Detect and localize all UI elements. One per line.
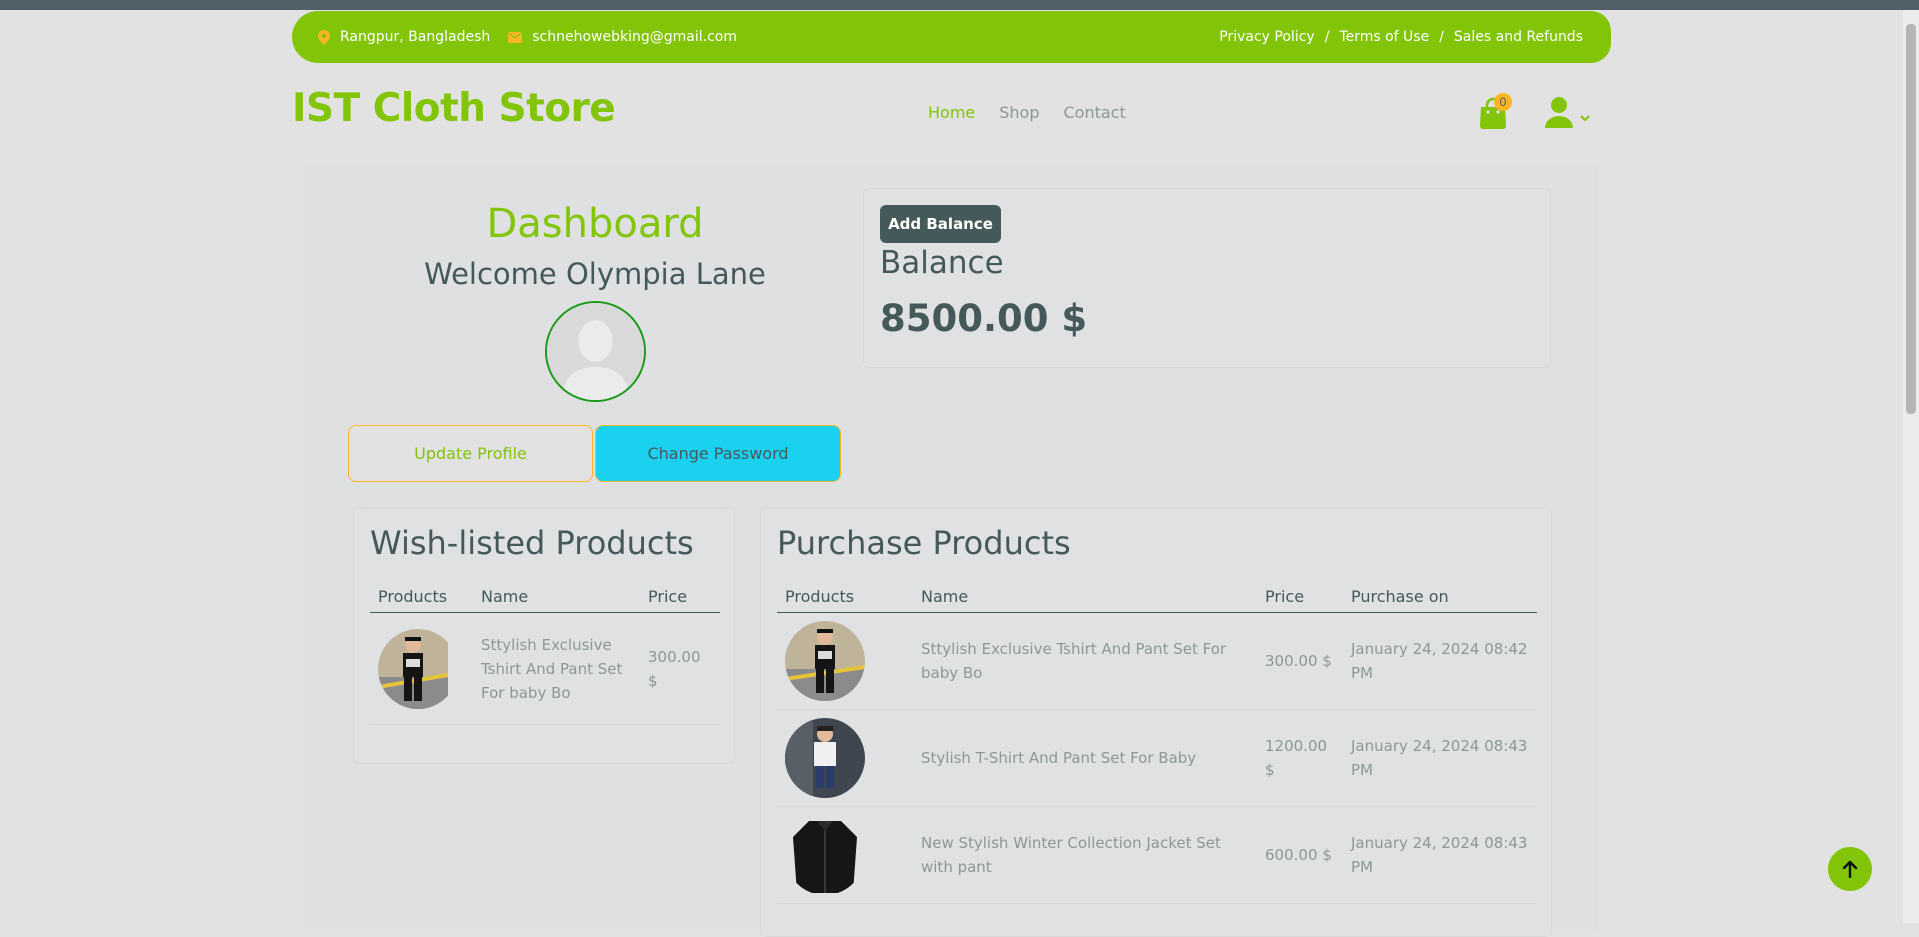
product-thumbnail[interactable] (785, 621, 865, 701)
back-to-top-button[interactable] (1828, 847, 1872, 891)
product-name: New Stylish Winter Collection Jacket Set… (913, 806, 1257, 904)
balance-value: 8500.00 $ (880, 297, 1088, 340)
scrollbar[interactable] (1903, 10, 1919, 923)
sales-refunds-link[interactable]: Sales and Refunds (1454, 29, 1583, 45)
update-profile-button[interactable]: Update Profile (348, 425, 593, 482)
product-price: 300.00 $ (640, 612, 720, 725)
envelope-icon (508, 31, 523, 43)
location-item: Rangpur, Bangladesh (318, 29, 490, 45)
product-name: Stylish T-Shirt And Pant Set For Baby (913, 709, 1257, 807)
chevron-down-icon (1580, 115, 1590, 122)
cart-button[interactable]: 0 (1478, 93, 1512, 129)
product-price: 600.00 $ (1257, 806, 1343, 904)
col-purchase-on: Purchase on (1343, 576, 1537, 613)
main-nav: Home Shop Contact (928, 103, 1150, 122)
welcome-text: Welcome Olympia Lane (424, 257, 766, 291)
purchases-title: Purchase Products (777, 524, 1071, 562)
purchase-date: January 24, 2024 08:43 PM (1343, 709, 1537, 807)
product-thumbnail[interactable] (785, 718, 865, 798)
terms-of-use-link[interactable]: Terms of Use (1339, 29, 1429, 45)
cart-count-badge: 0 (1494, 93, 1512, 111)
product-name: Sttylish Exclusive Tshirt And Pant Set F… (913, 612, 1257, 710)
email-item[interactable]: schnehowebking@gmail.com (508, 29, 737, 45)
product-image-jacket (785, 815, 865, 895)
wishlist-table: Products Name Price Sttylish Exclusive T… (370, 576, 720, 725)
purchase-date: January 24, 2024 08:43 PM (1343, 806, 1537, 904)
user-icon (1545, 97, 1573, 128)
product-name: Sttylish Exclusive Tshirt And Pant Set F… (473, 612, 640, 725)
purchases-card: Purchase Products Products Name Price Pu… (760, 507, 1552, 937)
product-price: 1200.00 $ (1257, 709, 1343, 807)
nav-home[interactable]: Home (928, 103, 975, 122)
page-title: Dashboard (486, 201, 704, 247)
change-password-button[interactable]: Change Password (595, 425, 841, 482)
email-text[interactable]: schnehowebking@gmail.com (532, 29, 737, 45)
product-image-boy-tshirt (378, 628, 448, 709)
wishlist-card: Wish-listed Products Products Name Price (353, 507, 735, 764)
balance-label: Balance (880, 245, 1004, 281)
col-name: Name (473, 576, 640, 613)
nav-contact[interactable]: Contact (1064, 103, 1126, 122)
col-products: Products (370, 576, 473, 613)
product-thumbnail[interactable] (785, 815, 865, 895)
product-thumbnail[interactable] (378, 628, 458, 709)
map-pin-icon (318, 29, 330, 45)
col-products: Products (777, 576, 913, 613)
topbar: Rangpur, Bangladesh schnehowebking@gmail… (292, 11, 1611, 63)
browser-top-strip (0, 0, 1919, 10)
purchases-table: Products Name Price Purchase on Sttylish… (777, 576, 1537, 904)
scrollbar-thumb[interactable] (1906, 24, 1916, 414)
table-row[interactable]: Stylish T-Shirt And Pant Set For Baby 12… (777, 709, 1537, 807)
separator: / (1324, 29, 1330, 45)
arrow-up-icon (1842, 860, 1858, 878)
product-image-baby-set (785, 718, 865, 798)
separator: / (1439, 29, 1444, 45)
location-text: Rangpur, Bangladesh (340, 29, 491, 45)
table-row[interactable]: Sttylish Exclusive Tshirt And Pant Set F… (370, 612, 720, 725)
purchase-date: January 24, 2024 08:42 PM (1343, 612, 1537, 710)
privacy-policy-link[interactable]: Privacy Policy (1219, 29, 1314, 45)
col-price: Price (640, 576, 720, 613)
add-balance-button[interactable]: Add Balance (880, 205, 1001, 243)
table-row[interactable]: Sttylish Exclusive Tshirt And Pant Set F… (777, 612, 1537, 710)
col-name: Name (913, 576, 1257, 613)
wishlist-title: Wish-listed Products (370, 524, 694, 562)
product-price: 300.00 $ (1257, 612, 1343, 710)
nav-shop[interactable]: Shop (999, 103, 1039, 122)
col-price: Price (1257, 576, 1343, 613)
balance-card: Add Balance Balance 8500.00 $ (863, 188, 1551, 368)
user-menu-button[interactable] (1544, 96, 1590, 128)
brand-logo[interactable]: IST Cloth Store (292, 86, 616, 131)
product-image-boy-tshirt (785, 621, 865, 701)
avatar (545, 301, 646, 402)
default-avatar-icon (547, 303, 644, 400)
table-row[interactable]: New Stylish Winter Collection Jacket Set… (777, 806, 1537, 904)
